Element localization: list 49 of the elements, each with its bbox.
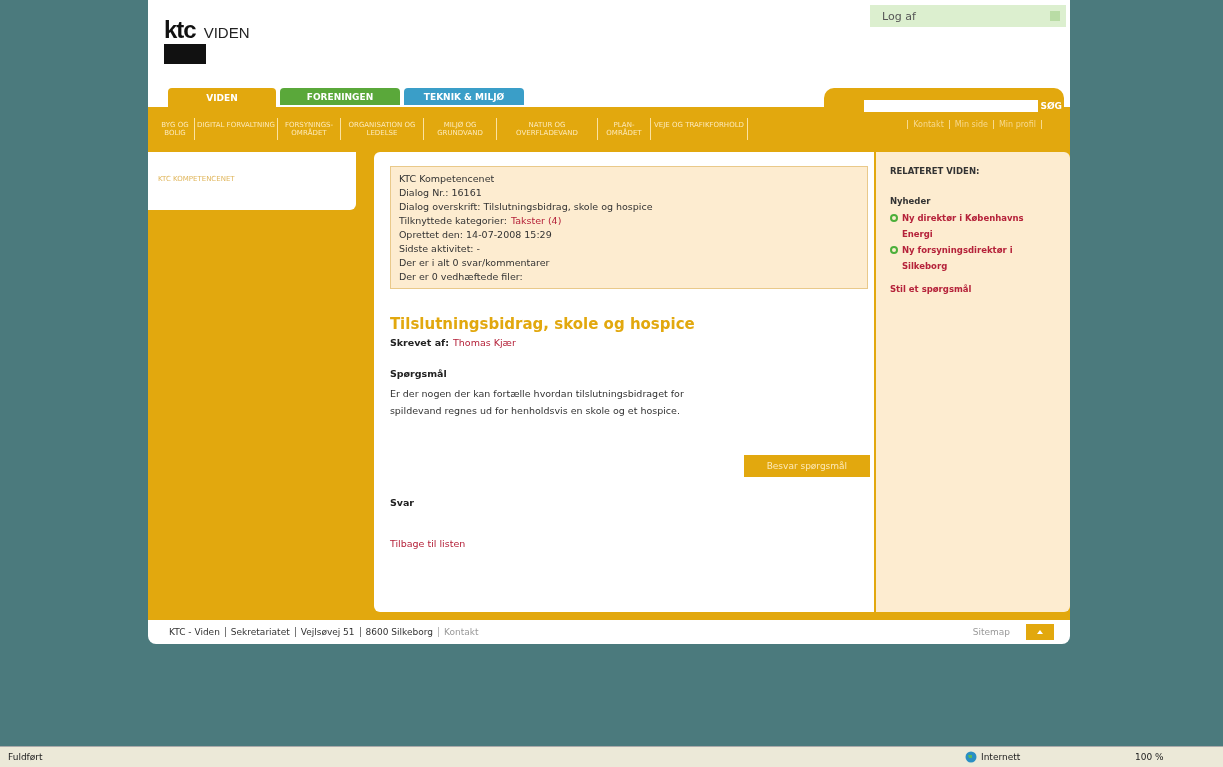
search-field[interactable] <box>864 100 1039 112</box>
nav-tab[interactable]: TEKNIK & MILJØ <box>404 88 524 105</box>
logo-block <box>164 44 206 64</box>
logout-icon <box>1050 11 1060 21</box>
question-heading: Spørgsmål <box>389 368 448 379</box>
security-zone: Internett <box>965 751 1135 763</box>
info-line: Oprettet den: 14-07-2008 15:29 <box>398 229 553 240</box>
bullet-icon <box>889 246 898 254</box>
logo: ktc <box>164 18 196 42</box>
logout-button[interactable]: Log af <box>870 5 1066 27</box>
question-title: Tilslutningsbidrag, skole og hospice <box>389 315 696 333</box>
sitemap-link[interactable]: Sitemap <box>972 627 1010 637</box>
ask-link[interactable]: Stil et spørgsmål <box>889 284 1064 294</box>
question-text: Er der nogen der kan fortælle hvordan tilslutningsbidraget for spildevand regnes ud for henholdsvis en skole og et hospice. <box>389 387 685 418</box>
footer-text: Sekretariatet <box>224 627 295 637</box>
user-link[interactable]: Min profil <box>992 120 1042 129</box>
globe-icon <box>965 751 977 763</box>
zoom-level[interactable]: 100 % <box>1135 752 1215 762</box>
bullet-icon <box>889 214 898 222</box>
answers-heading: Svar <box>389 497 415 508</box>
status-text: Fuldført <box>8 752 44 762</box>
info-line: Tilknyttede kategorier: <box>398 215 507 226</box>
back-link[interactable]: Tilbage til listen <box>389 538 858 549</box>
footer-text: KTC - Viden <box>168 627 221 637</box>
info-line: Der er i alt 0 svar/kommentarer <box>398 257 551 268</box>
info-line: Der er 0 vedhæftede filer: <box>398 271 524 282</box>
info-line: Sidste aktivitet: - <box>398 243 481 254</box>
contact-link[interactable]: Kontakt <box>437 627 484 637</box>
user-link[interactable]: Kontakt <box>907 120 949 129</box>
info-line: Dialog Nr.: 16161 <box>398 187 483 198</box>
up-arrow-icon <box>1037 630 1043 634</box>
author-link[interactable]: Thomas Kjær <box>453 337 516 348</box>
news-link[interactable]: Ny direktør i Københavns Energi <box>889 210 1040 242</box>
category-link[interactable]: Takster (4) <box>510 215 562 226</box>
scroll-top-button[interactable] <box>1026 624 1054 640</box>
info-line: KTC Kompetencenet <box>398 173 496 184</box>
brand-name: VIDEN <box>203 24 250 41</box>
footer-text: Vejlsøvej 51 <box>294 627 360 637</box>
related-title: RELATERET VIDEN: <box>889 166 981 176</box>
answer-button[interactable]: Besvar spørgsmål <box>743 455 870 477</box>
author-label: Skrevet af: <box>389 337 449 348</box>
news-heading: Nyheder <box>889 196 932 206</box>
footer-text: 8600 Silkeborg <box>359 627 438 637</box>
news-link[interactable]: Ny forsyningsdirektør i Silkeborg <box>889 242 1040 274</box>
search-button[interactable]: SØG <box>1040 101 1062 111</box>
nav-tab[interactable]: VIDEN <box>168 88 276 107</box>
info-line: Dialog overskrift: Tilslutningsbidrag, skole og hospice <box>398 201 654 212</box>
user-link[interactable]: Min side <box>948 120 993 129</box>
nav-tab[interactable]: FORENINGEN <box>280 88 400 105</box>
